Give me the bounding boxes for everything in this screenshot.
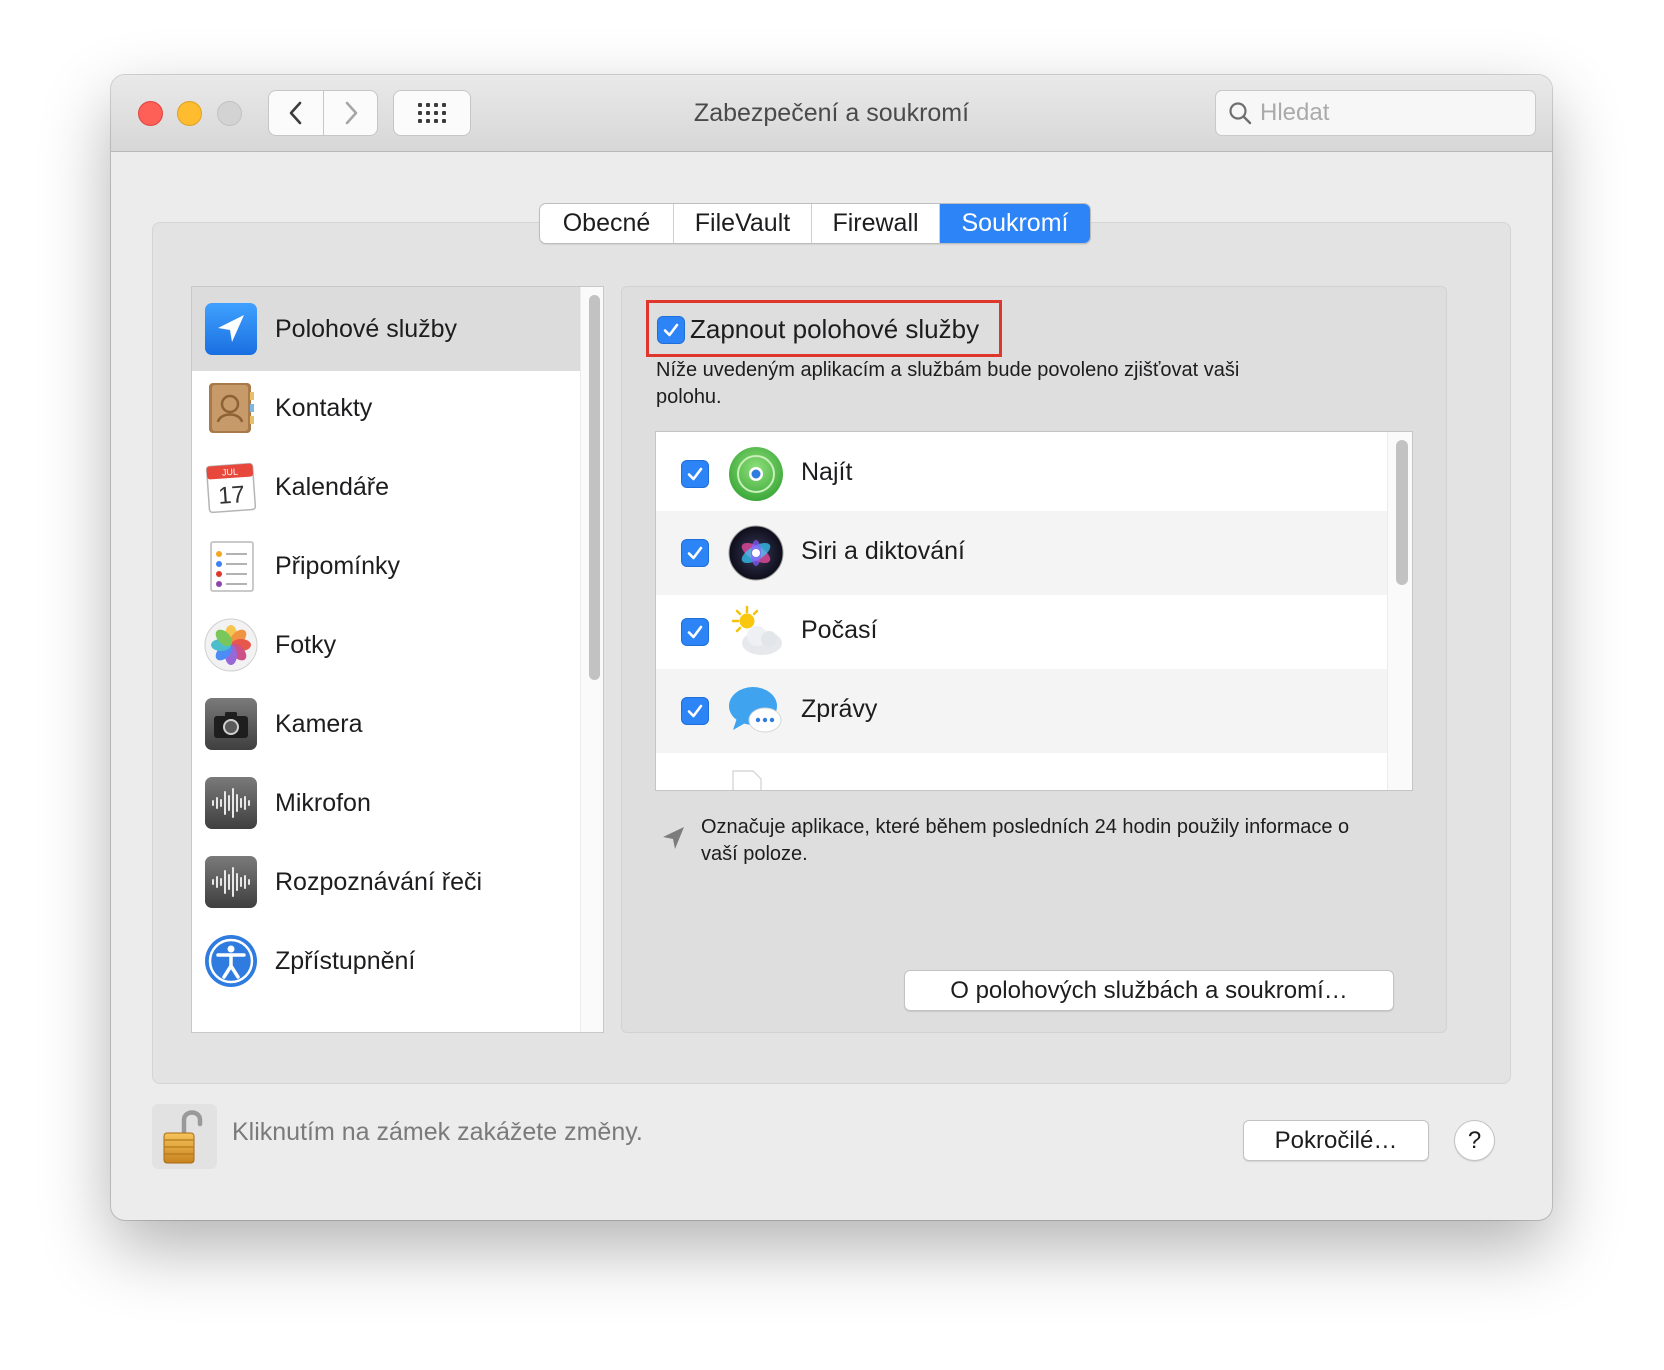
- sidebar-item-label: Rozpoznávání řeči: [275, 867, 483, 896]
- enable-location-label[interactable]: Zapnout polohové služby: [690, 314, 979, 345]
- privacy-category-list: Polohové služby Kontakty JUL 17 Kalendář…: [191, 286, 604, 1033]
- checkmark-icon: [663, 323, 679, 337]
- calendar-month: JUL: [222, 466, 239, 477]
- list-item: Siri a diktování: [656, 511, 1387, 595]
- sidebar-item-calendars[interactable]: JUL 17 Kalendáře: [192, 445, 580, 529]
- search-field[interactable]: [1215, 90, 1536, 136]
- close-button[interactable]: [138, 101, 163, 126]
- location-arrow-icon: [205, 303, 257, 355]
- search-input[interactable]: [1260, 99, 1520, 127]
- search-icon: [1229, 102, 1252, 125]
- lock-button[interactable]: [152, 1104, 217, 1169]
- list-item: Najít: [656, 432, 1387, 516]
- weather-icon: [731, 605, 782, 655]
- checkmark-icon: [687, 625, 703, 639]
- preferences-window: Zabezpečení a soukromí Obecné FileVault …: [111, 75, 1552, 1220]
- chevron-left-icon: [289, 101, 302, 125]
- sidebar-item-label: Kamera: [275, 709, 363, 738]
- sidebar-scroll-thumb[interactable]: [589, 295, 600, 680]
- minimize-button[interactable]: [177, 101, 202, 126]
- title-bar: Zabezpečení a soukromí: [111, 75, 1552, 152]
- sidebar-item-label: Mikrofon: [275, 788, 371, 817]
- sidebar-item-location-services[interactable]: Polohové služby: [192, 287, 580, 371]
- messages-icon: [729, 687, 782, 733]
- chevron-right-icon: [345, 101, 357, 125]
- app-label: Zprávy: [801, 695, 878, 723]
- speech-recognition-icon: [205, 856, 257, 908]
- apps-list-scrollbar[interactable]: [1387, 432, 1412, 790]
- unlocked-padlock-icon: [163, 1110, 203, 1164]
- sidebar-scrollbar[interactable]: [580, 287, 603, 1032]
- sidebar-item-label: Kontakty: [275, 393, 373, 422]
- app-checkbox-weather[interactable]: [681, 618, 709, 646]
- help-button[interactable]: ?: [1454, 1120, 1495, 1161]
- sidebar-item-label: Připomínky: [275, 551, 401, 580]
- list-item: Zprávy: [656, 669, 1387, 753]
- location-services-pane: Zapnout polohové služby Níže uvedeným ap…: [621, 286, 1447, 1033]
- grid-icon: [418, 103, 446, 123]
- lock-status-text: Kliknutím na zámek zakážete změny.: [232, 1118, 643, 1146]
- sidebar-item-speech-recognition[interactable]: Rozpoznávání řeči: [192, 840, 580, 924]
- photos-icon: [204, 618, 258, 672]
- tab-filevault[interactable]: FileVault: [674, 204, 812, 243]
- sidebar-item-label: Polohové služby: [275, 314, 458, 343]
- sidebar-item-photos[interactable]: Fotky: [192, 603, 580, 687]
- sidebar-item-label: Fotky: [275, 630, 337, 659]
- zoom-button[interactable]: [217, 101, 242, 126]
- sidebar-item-accessibility[interactable]: Zpřístupnění: [192, 919, 580, 1003]
- list-item: Počasí: [656, 590, 1387, 674]
- microphone-icon: [205, 777, 257, 829]
- show-all-button[interactable]: [393, 90, 471, 136]
- sidebar-item-contacts[interactable]: Kontakty: [192, 366, 580, 450]
- enable-location-checkbox[interactable]: [657, 316, 685, 344]
- sidebar-item-label: Zpřístupnění: [275, 946, 416, 975]
- siri-icon: [728, 525, 784, 581]
- location-arrow-icon: [663, 827, 684, 849]
- tab-privacy[interactable]: Soukromí: [940, 204, 1090, 243]
- accessibility-icon: [205, 935, 257, 987]
- back-button[interactable]: [268, 90, 324, 136]
- sidebar-item-microphone[interactable]: Mikrofon: [192, 761, 580, 845]
- location-description: Níže uvedeným aplikacím a službám bude p…: [656, 359, 1240, 408]
- app-checkbox-siri[interactable]: [681, 539, 709, 567]
- apps-list-scroll-thumb[interactable]: [1396, 440, 1408, 585]
- checkmark-icon: [687, 704, 703, 718]
- calendar-icon: JUL 17: [205, 462, 257, 514]
- tab-general[interactable]: Obecné: [540, 204, 674, 243]
- find-my-icon: [729, 447, 783, 501]
- document-icon: [732, 770, 762, 790]
- calendar-day: 17: [217, 481, 246, 510]
- list-item-partial: [656, 748, 1387, 790]
- contacts-icon: [209, 383, 254, 433]
- app-checkbox-find-my[interactable]: [681, 460, 709, 488]
- app-label: Počasí: [801, 616, 878, 644]
- advanced-button[interactable]: Pokročilé…: [1243, 1120, 1429, 1161]
- sidebar-item-label: Kalendáře: [275, 472, 389, 501]
- sidebar-item-reminders[interactable]: Připomínky: [192, 524, 580, 608]
- camera-icon: [205, 698, 257, 750]
- sidebar-item-camera[interactable]: Kamera: [192, 682, 580, 766]
- location-apps-list: Najít Siri a diktování Počasí Zprávy: [655, 431, 1413, 791]
- checkmark-icon: [687, 467, 703, 481]
- about-location-privacy-button[interactable]: O polohových službách a soukromí…: [904, 970, 1394, 1011]
- app-label: Siri a diktování: [801, 537, 965, 565]
- recent-use-note: Označuje aplikace, které během posledníc…: [701, 816, 1350, 865]
- app-label: Najít: [801, 458, 853, 486]
- tab-bar: Obecné FileVault Firewall Soukromí: [539, 203, 1091, 244]
- forward-button[interactable]: [324, 90, 378, 136]
- checkmark-icon: [687, 546, 703, 560]
- reminders-icon: [210, 541, 254, 592]
- tab-firewall[interactable]: Firewall: [812, 204, 940, 243]
- app-checkbox-messages[interactable]: [681, 697, 709, 725]
